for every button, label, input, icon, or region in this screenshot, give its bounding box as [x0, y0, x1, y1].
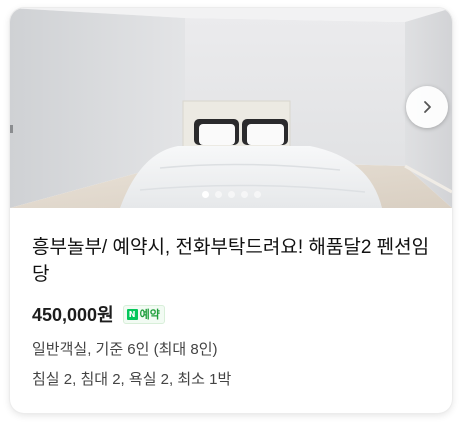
room-details: 침실 2, 침대 2, 욕실 2, 최소 1박: [32, 371, 232, 388]
photo-pagination: [10, 191, 452, 199]
room-photo[interactable]: [10, 8, 452, 208]
room-info: 일반객실, 기준 6인 (최대 8인): [32, 341, 218, 358]
pagination-dot[interactable]: [201, 191, 209, 198]
price: 450,000원: [32, 305, 114, 325]
pagination-dot[interactable]: [227, 191, 235, 198]
listing-card[interactable]: 흥부놀부/ 예약시, 전화부탁드려요! 해품달2 펜션임당 450,000원 N…: [10, 8, 452, 413]
chevron-right-icon: [424, 101, 431, 113]
price-row: 450,000원 N 예약: [32, 301, 165, 327]
next-photo-button[interactable]: [406, 86, 448, 128]
pagination-dot[interactable]: [240, 191, 248, 198]
listing-title[interactable]: 흥부놀부/ 예약시, 전화부탁드려요! 해품달2 펜션임당: [32, 234, 432, 288]
booking-badge-label: 예약: [139, 308, 160, 321]
pagination-dot[interactable]: [214, 191, 222, 198]
naver-n-icon: N: [126, 308, 138, 320]
booking-badge[interactable]: N 예약: [122, 304, 165, 324]
bedroom-photo: [10, 8, 452, 208]
pagination-dot[interactable]: [253, 191, 261, 198]
